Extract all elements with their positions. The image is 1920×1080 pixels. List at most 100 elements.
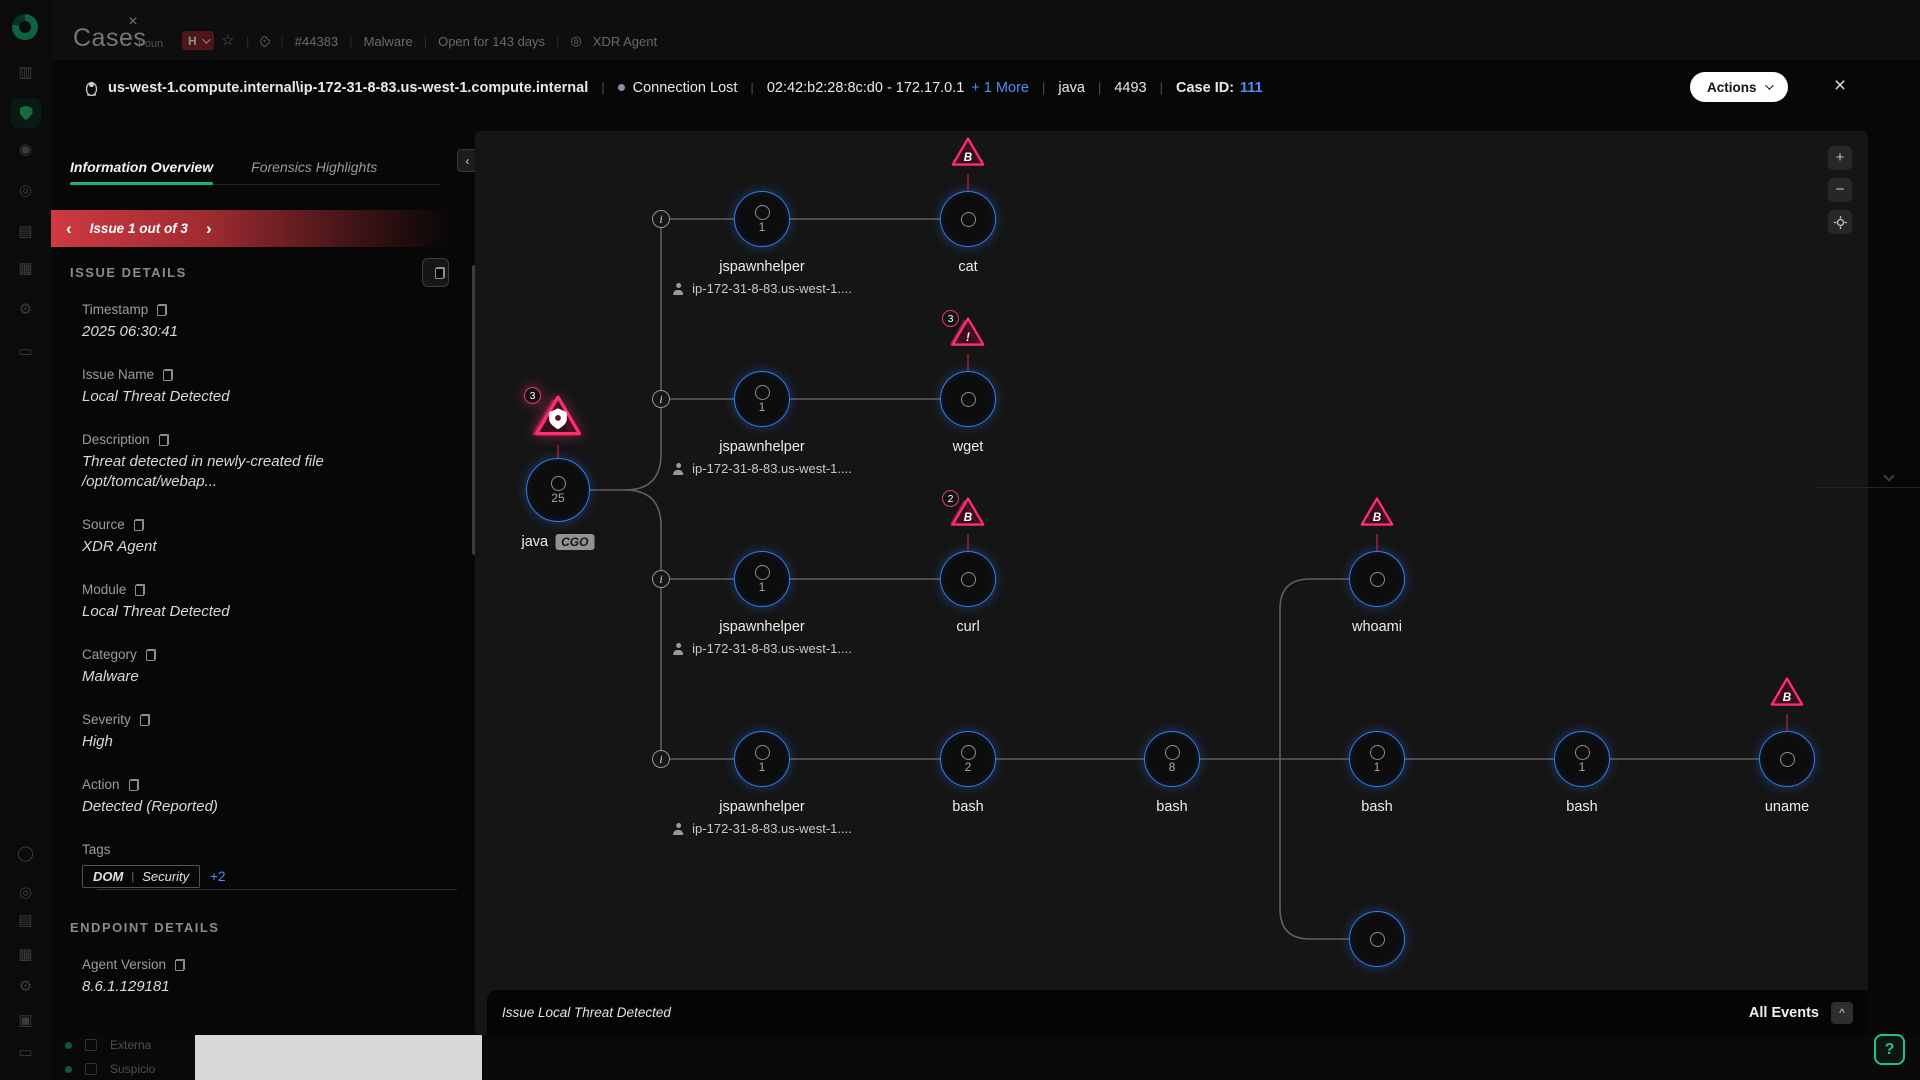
case-id-link[interactable]: 111 bbox=[1240, 80, 1263, 96]
copy-icon[interactable] bbox=[129, 779, 139, 791]
copy-icon[interactable] bbox=[163, 369, 173, 381]
detail-field: ActionDetected (Reported) bbox=[82, 777, 442, 817]
process-node-bash-2[interactable]: 8bash bbox=[1144, 731, 1200, 787]
process-icon bbox=[1370, 572, 1385, 587]
separator: | bbox=[601, 80, 604, 95]
alert-indicator[interactable]: 3! bbox=[949, 315, 987, 371]
tags-box[interactable]: DOM|Security bbox=[82, 865, 200, 888]
detail-field: ModuleLocal Threat Detected bbox=[82, 582, 442, 622]
target-icon[interactable]: ◎ bbox=[0, 182, 51, 200]
alert-indicator[interactable]: B bbox=[1768, 675, 1806, 731]
svg-text:B: B bbox=[964, 511, 972, 524]
more-link[interactable]: + 1 More bbox=[971, 80, 1029, 96]
issue-nav-label: Issue 1 out of 3 bbox=[90, 221, 188, 236]
case-meta-item: XDR Agent bbox=[593, 34, 657, 49]
background-popup bbox=[195, 1032, 482, 1080]
issue-navigation-banner: ‹ Issue 1 out of 3 › bbox=[51, 210, 451, 247]
tags-more-link[interactable]: +2 bbox=[210, 869, 225, 884]
copy-all-button[interactable] bbox=[422, 258, 449, 287]
fit-view-button[interactable] bbox=[1828, 210, 1852, 234]
process-node-jspawnhelper-4[interactable]: 1jspawnhelperip-172-31-8-83.us-west-1...… bbox=[734, 731, 790, 787]
process-node-bash-4[interactable]: 1bash bbox=[1554, 731, 1610, 787]
help-button[interactable]: ? bbox=[1874, 1034, 1905, 1065]
info-icon[interactable]: i bbox=[652, 750, 670, 768]
endpoint-details-section: ENDPOINT DETAILS Agent Version8.6.1.1291… bbox=[82, 920, 442, 1022]
process-node-bash-3[interactable]: 1bash bbox=[1349, 731, 1405, 787]
process-node-truncated[interactable] bbox=[1349, 911, 1405, 967]
tab-information-overview[interactable]: Information Overview bbox=[70, 159, 213, 184]
zoom-in-button[interactable]: + bbox=[1828, 146, 1852, 170]
copy-icon[interactable] bbox=[146, 649, 156, 661]
close-icon[interactable]: × bbox=[123, 12, 143, 32]
case-subtitle: Foun bbox=[138, 38, 163, 50]
card-icon[interactable]: ▭ bbox=[0, 1044, 51, 1062]
process-node-curl[interactable]: curl2B bbox=[940, 551, 996, 607]
process-node-java[interactable]: 25javaCGO3 bbox=[526, 458, 590, 522]
tag-value: DOM bbox=[93, 869, 123, 884]
grid-icon[interactable]: ▦ bbox=[0, 946, 51, 964]
alert-indicator[interactable]: 2B bbox=[949, 495, 987, 551]
process-node-jspawnhelper-3[interactable]: 1jspawnhelperip-172-31-8-83.us-west-1...… bbox=[734, 551, 790, 607]
target-icon[interactable]: ◎ bbox=[0, 884, 51, 902]
machine-label: ip-172-31-8-83.us-west-1.... bbox=[672, 641, 852, 656]
process-node-cat[interactable]: catB bbox=[940, 191, 996, 247]
copy-icon[interactable] bbox=[157, 304, 167, 316]
list-icon[interactable]: ▤ bbox=[0, 912, 51, 930]
process-count: 2 bbox=[965, 762, 972, 773]
info-icon[interactable]: i bbox=[652, 570, 670, 588]
tag-icon[interactable] bbox=[259, 35, 272, 48]
eye-icon[interactable]: ◉ bbox=[0, 141, 51, 159]
process-node-uname[interactable]: unameB bbox=[1759, 731, 1815, 787]
modal-close-button[interactable]: × bbox=[1828, 74, 1852, 98]
gear-icon[interactable]: ⚙ bbox=[0, 978, 51, 996]
process-count: 1 bbox=[1579, 762, 1586, 773]
separator: | bbox=[750, 80, 753, 95]
gear-icon[interactable]: ⚙ bbox=[0, 301, 51, 319]
box-icon[interactable]: ▣ bbox=[0, 1012, 51, 1030]
previous-issue-button[interactable]: ‹ bbox=[66, 220, 72, 237]
next-issue-button[interactable]: › bbox=[206, 220, 212, 237]
case-id-label: Case ID: bbox=[1176, 80, 1234, 96]
process-label: cat bbox=[958, 259, 977, 275]
dashboard-icon[interactable]: ▥ bbox=[0, 64, 51, 82]
severity-badge[interactable]: H bbox=[182, 31, 214, 50]
copy-icon[interactable] bbox=[135, 584, 145, 596]
alert-indicator[interactable]: B bbox=[1358, 495, 1396, 551]
process-count: 1 bbox=[759, 582, 766, 593]
copy-icon[interactable] bbox=[175, 959, 185, 971]
zoom-out-button[interactable]: − bbox=[1828, 178, 1852, 202]
field-label: Agent Version bbox=[82, 957, 442, 972]
app-logo-icon[interactable] bbox=[12, 14, 38, 40]
connection-status-icon bbox=[618, 84, 625, 91]
background-row-label: Suspicio bbox=[110, 1062, 155, 1076]
circle-icon[interactable]: ◯ bbox=[0, 845, 51, 863]
tab-forensics-highlights[interactable]: Forensics Highlights bbox=[251, 159, 377, 184]
actions-button[interactable]: Actions bbox=[1690, 72, 1788, 102]
process-node-bash-1[interactable]: 2bash bbox=[940, 731, 996, 787]
copy-icon[interactable] bbox=[140, 714, 150, 726]
process-count: 1 bbox=[1374, 762, 1381, 773]
collapse-events-button[interactable]: ^ bbox=[1831, 1002, 1853, 1024]
card-icon[interactable]: ▭ bbox=[0, 343, 51, 361]
detail-field: Agent Version8.6.1.129181 bbox=[82, 957, 442, 997]
info-icon[interactable]: i bbox=[652, 210, 670, 228]
copy-icon[interactable] bbox=[134, 519, 144, 531]
clipboard-icon[interactable]: ▤ bbox=[0, 223, 51, 241]
tags-field: Tags DOM|Security +2 bbox=[82, 842, 442, 888]
process-node-jspawnhelper-1[interactable]: 1jspawnhelperip-172-31-8-83.us-west-1...… bbox=[734, 191, 790, 247]
alert-connector bbox=[557, 445, 559, 458]
process-label: whoami bbox=[1352, 619, 1402, 635]
process-node-whoami[interactable]: whoamiB bbox=[1349, 551, 1405, 607]
info-icon[interactable]: i bbox=[652, 390, 670, 408]
alert-indicator[interactable]: B bbox=[949, 135, 987, 191]
causality-graph-panel[interactable]: 25javaCGO31jspawnhelperip-172-31-8-83.us… bbox=[475, 131, 1868, 1035]
alert-indicator[interactable]: 3 bbox=[531, 392, 585, 458]
process-node-wget[interactable]: wget3! bbox=[940, 371, 996, 427]
shield-icon[interactable] bbox=[11, 98, 41, 128]
star-icon[interactable]: ☆ bbox=[221, 31, 234, 49]
process-node-jspawnhelper-2[interactable]: 1jspawnhelperip-172-31-8-83.us-west-1...… bbox=[734, 371, 790, 427]
copy-icon[interactable] bbox=[159, 434, 169, 446]
process-count: 1 bbox=[759, 402, 766, 413]
modules-icon[interactable]: ▦ bbox=[0, 260, 51, 278]
process-label: jspawnhelper bbox=[719, 259, 804, 275]
